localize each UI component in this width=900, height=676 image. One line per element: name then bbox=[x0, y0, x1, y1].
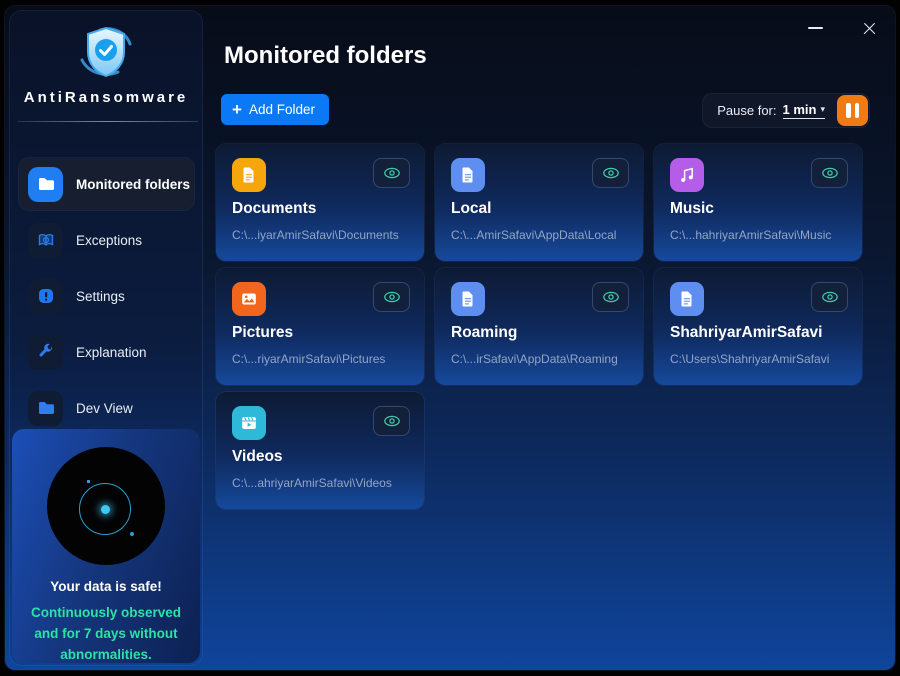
visibility-toggle[interactable] bbox=[373, 158, 410, 188]
app-logo bbox=[10, 22, 202, 84]
eye-icon bbox=[819, 165, 841, 181]
visibility-toggle[interactable] bbox=[592, 282, 629, 312]
radar-graphic bbox=[47, 447, 165, 565]
shield-check-logo bbox=[74, 22, 138, 84]
music-icon bbox=[670, 158, 704, 192]
visibility-toggle[interactable] bbox=[373, 282, 410, 312]
folder-path: C:\...ahriyarAmirSafavi\Videos bbox=[232, 476, 392, 490]
book-icon bbox=[28, 223, 63, 258]
pause-button[interactable] bbox=[837, 95, 868, 126]
sidebar-item-label: Settings bbox=[76, 289, 125, 304]
status-title: Your data is safe! bbox=[12, 579, 200, 594]
eye-icon bbox=[381, 289, 403, 305]
minimize-button[interactable] bbox=[801, 16, 829, 40]
close-button[interactable] bbox=[855, 16, 883, 40]
folder-card-pictures[interactable]: Pictures C:\...riyarAmirSafavi\Pictures bbox=[216, 268, 424, 385]
folder-path: C:\Users\ShahriyarAmirSafavi bbox=[670, 352, 829, 366]
pause-duration-dropdown[interactable]: 1 min ▾ bbox=[783, 102, 826, 119]
radar-core-dot bbox=[101, 505, 110, 514]
folder-card-shahriyaramirsafavi[interactable]: ShahriyarAmirSafavi C:\Users\ShahriyarAm… bbox=[654, 268, 862, 385]
brand-divider bbox=[18, 121, 198, 122]
video-icon bbox=[232, 406, 266, 440]
chevron-down-icon: ▾ bbox=[820, 104, 825, 115]
folder-path: C:\...hahriyarAmirSafavi\Music bbox=[670, 228, 831, 242]
document-icon bbox=[670, 282, 704, 316]
plus-icon: + bbox=[232, 101, 242, 118]
sidebar-item-label: Exceptions bbox=[76, 233, 142, 248]
status-message: Continuously observed and for 7 days wit… bbox=[20, 602, 192, 663]
folder-path: C:\...irSafavi\AppData\Roaming bbox=[451, 352, 618, 366]
folder-card-videos[interactable]: Videos C:\...ahriyarAmirSafavi\Videos bbox=[216, 392, 424, 509]
sidebar-item-exceptions[interactable]: Exceptions bbox=[19, 214, 194, 266]
folder-name: Pictures bbox=[232, 324, 293, 342]
add-folder-button[interactable]: + Add Folder bbox=[221, 94, 329, 125]
folder-card-roaming[interactable]: Roaming C:\...irSafavi\AppData\Roaming bbox=[435, 268, 643, 385]
radar-blip bbox=[130, 532, 134, 536]
visibility-toggle[interactable] bbox=[811, 158, 848, 188]
folder-name: Music bbox=[670, 200, 714, 218]
minimize-icon bbox=[808, 27, 823, 29]
app-title: AntiRansomware bbox=[10, 89, 202, 106]
monitored-folders-grid: Documents C:\...iyarAmirSafavi\Documents… bbox=[216, 144, 862, 509]
sidebar-item-monitored-folders[interactable]: Monitored folders bbox=[19, 158, 194, 210]
sidebar-item-settings[interactable]: Settings bbox=[19, 270, 194, 322]
sidebar: AntiRansomware Monitored folders Excepti… bbox=[10, 11, 202, 665]
sidebar-item-explanation[interactable]: Explanation bbox=[19, 326, 194, 378]
folder-name: Roaming bbox=[451, 324, 517, 342]
eye-icon bbox=[381, 413, 403, 429]
visibility-toggle[interactable] bbox=[592, 158, 629, 188]
eye-icon bbox=[819, 289, 841, 305]
folder-icon bbox=[28, 167, 63, 202]
pause-label: Pause for: bbox=[717, 103, 776, 118]
folder-card-local[interactable]: Local C:\...AmirSafavi\AppData\Local bbox=[435, 144, 643, 261]
page-title: Monitored folders bbox=[224, 42, 427, 70]
folder-path: C:\...riyarAmirSafavi\Pictures bbox=[232, 352, 385, 366]
folder-name: Local bbox=[451, 200, 491, 218]
document-icon bbox=[232, 158, 266, 192]
visibility-toggle[interactable] bbox=[811, 282, 848, 312]
eye-icon bbox=[600, 289, 622, 305]
eye-icon bbox=[600, 165, 622, 181]
window-controls bbox=[801, 16, 883, 40]
eye-icon bbox=[381, 165, 403, 181]
folder-name: Videos bbox=[232, 448, 283, 466]
folder-card-documents[interactable]: Documents C:\...iyarAmirSafavi\Documents bbox=[216, 144, 424, 261]
sidebar-item-dev-view[interactable]: Dev View bbox=[19, 382, 194, 434]
image-icon bbox=[232, 282, 266, 316]
document-icon bbox=[451, 158, 485, 192]
sidebar-item-label: Explanation bbox=[76, 345, 147, 360]
folder-path: C:\...iyarAmirSafavi\Documents bbox=[232, 228, 399, 242]
app-window: AntiRansomware Monitored folders Excepti… bbox=[5, 6, 895, 670]
safety-status-panel: Your data is safe! Continuously observed… bbox=[12, 429, 200, 663]
folder-name: ShahriyarAmirSafavi bbox=[670, 324, 823, 342]
wrench-icon bbox=[28, 335, 63, 370]
folder-path: C:\...AmirSafavi\AppData\Local bbox=[451, 228, 616, 242]
folder-icon bbox=[28, 391, 63, 426]
alert-square-icon bbox=[28, 279, 63, 314]
sidebar-item-label: Monitored folders bbox=[76, 177, 190, 192]
document-icon bbox=[451, 282, 485, 316]
folder-card-music[interactable]: Music C:\...hahriyarAmirSafavi\Music bbox=[654, 144, 862, 261]
pause-icon bbox=[846, 103, 851, 118]
visibility-toggle[interactable] bbox=[373, 406, 410, 436]
sidebar-item-label: Dev View bbox=[76, 401, 133, 416]
folder-name: Documents bbox=[232, 200, 316, 218]
radar-spec bbox=[87, 480, 90, 483]
close-icon bbox=[863, 22, 876, 35]
sidebar-nav: Monitored folders Exceptions Settings bbox=[19, 158, 194, 438]
pause-control: Pause for: 1 min ▾ bbox=[703, 94, 869, 127]
